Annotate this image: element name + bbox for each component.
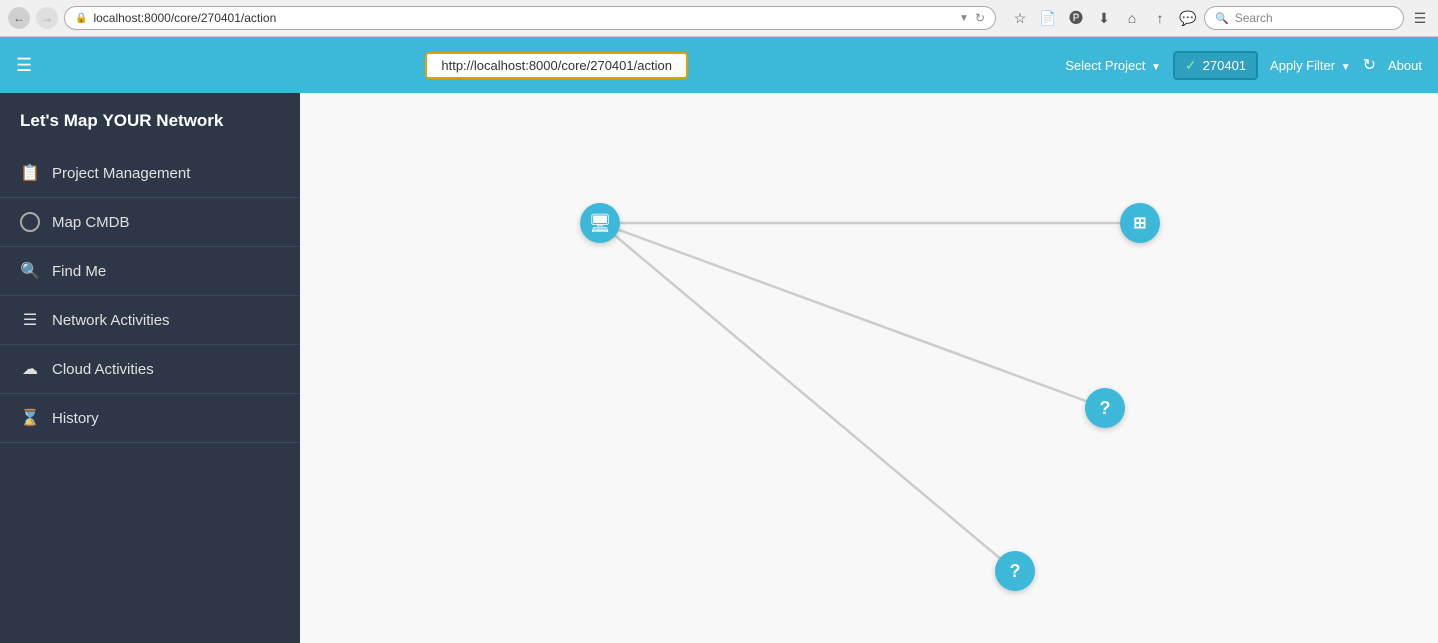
- app-title-text: Let's Map YOUR Network: [20, 111, 223, 131]
- hamburger-button[interactable]: ☰: [16, 55, 32, 76]
- main-content: Let's Map YOUR Network 📋 Project Managem…: [0, 93, 1438, 643]
- sidebar: Let's Map YOUR Network 📋 Project Managem…: [0, 93, 300, 643]
- project-badge[interactable]: ✓ 270401: [1173, 51, 1258, 80]
- home-icon[interactable]: ⌂: [1122, 8, 1142, 28]
- apply-filter-button[interactable]: Apply Filter ▼: [1270, 58, 1351, 73]
- url-text: localhost:8000/core/270401/action: [93, 11, 955, 25]
- select-project-label: Select Project: [1065, 58, 1145, 73]
- question-icon-2: ?: [1010, 561, 1021, 582]
- search-placeholder: Search: [1235, 11, 1273, 25]
- network-activities-icon: ☰: [20, 310, 40, 330]
- url-dropdown-icon[interactable]: ▼: [959, 13, 969, 24]
- history-icon: ⌛: [20, 408, 40, 428]
- sidebar-item-history[interactable]: ⌛ History: [0, 394, 300, 443]
- sidebar-item-label: Project Management: [52, 165, 190, 182]
- app-wrapper: ☰ http://localhost:8000/core/270401/acti…: [0, 37, 1438, 643]
- sidebar-item-map-cmdb[interactable]: Map CMDB: [0, 198, 300, 247]
- cloud-activities-icon: ☁: [20, 359, 40, 379]
- node-unknown1[interactable]: ?: [1085, 388, 1125, 428]
- chat-icon[interactable]: 💬: [1178, 8, 1198, 28]
- forward-button[interactable]: →: [36, 7, 58, 29]
- browser-chrome: ← → 🔒 localhost:8000/core/270401/action …: [0, 0, 1438, 37]
- refresh-button[interactable]: ↻: [1363, 55, 1376, 75]
- top-bar-right: Select Project ▼ ✓ 270401 Apply Filter ▼…: [1065, 51, 1422, 80]
- project-id: 270401: [1203, 58, 1246, 73]
- select-project-button[interactable]: Select Project ▼: [1065, 58, 1161, 73]
- sidebar-item-label: Cloud Activities: [52, 361, 154, 378]
- app-title: Let's Map YOUR Network: [0, 93, 300, 149]
- sidebar-item-project-management[interactable]: 📋 Project Management: [0, 149, 300, 198]
- menu-icon[interactable]: ☰: [1410, 8, 1430, 28]
- sidebar-item-cloud-activities[interactable]: ☁ Cloud Activities: [0, 345, 300, 394]
- node-windows[interactable]: ⊞: [1120, 203, 1160, 243]
- about-button[interactable]: About: [1388, 58, 1422, 73]
- pocket-icon[interactable]: 🅟: [1066, 8, 1086, 28]
- select-project-caret-icon: ▼: [1151, 62, 1161, 73]
- sidebar-empty: [0, 443, 300, 643]
- monitor-icon: 🖥: [589, 213, 612, 234]
- canvas-area[interactable]: 🖥 ⊞ ? ?: [300, 93, 1438, 643]
- url-lock-icon: 🔒: [75, 13, 87, 24]
- browser-toolbar: ← → 🔒 localhost:8000/core/270401/action …: [0, 0, 1438, 36]
- url-display: http://localhost:8000/core/270401/action: [48, 52, 1065, 79]
- arrow-icon[interactable]: ↑: [1150, 8, 1170, 28]
- windows-icon: ⊞: [1133, 213, 1146, 233]
- download-icon[interactable]: ⬇: [1094, 8, 1114, 28]
- network-connections: [300, 93, 1438, 643]
- sidebar-item-find-me[interactable]: 🔍 Find Me: [0, 247, 300, 296]
- search-bar[interactable]: 🔍 Search: [1204, 6, 1404, 30]
- node-unknown2[interactable]: ?: [995, 551, 1035, 591]
- sidebar-item-label: Map CMDB: [52, 214, 130, 231]
- reader-icon[interactable]: 📄: [1038, 8, 1058, 28]
- sidebar-item-label: Find Me: [52, 263, 106, 280]
- apply-filter-caret-icon: ▼: [1341, 62, 1351, 73]
- sidebar-item-label: History: [52, 410, 99, 427]
- map-cmdb-icon: [20, 212, 40, 232]
- sidebar-item-label: Network Activities: [52, 312, 170, 329]
- apply-filter-label: Apply Filter: [1270, 58, 1335, 73]
- search-icon: 🔍: [1215, 12, 1229, 25]
- bookmark-star-icon[interactable]: ☆: [1010, 8, 1030, 28]
- find-me-icon: 🔍: [20, 261, 40, 281]
- top-bar: ☰ http://localhost:8000/core/270401/acti…: [0, 37, 1438, 93]
- back-button[interactable]: ←: [8, 7, 30, 29]
- question-icon-1: ?: [1100, 398, 1111, 419]
- browser-icons: ☆ 📄 🅟 ⬇ ⌂ ↑ 💬: [1010, 8, 1198, 28]
- sidebar-item-network-activities[interactable]: ☰ Network Activities: [0, 296, 300, 345]
- node-monitor[interactable]: 🖥: [580, 203, 620, 243]
- project-management-icon: 📋: [20, 163, 40, 183]
- url-pill: http://localhost:8000/core/270401/action: [425, 52, 688, 79]
- project-check-icon: ✓: [1185, 57, 1197, 74]
- url-reload-icon[interactable]: ↻: [975, 11, 985, 25]
- url-bar[interactable]: 🔒 localhost:8000/core/270401/action ▼ ↻: [64, 6, 996, 30]
